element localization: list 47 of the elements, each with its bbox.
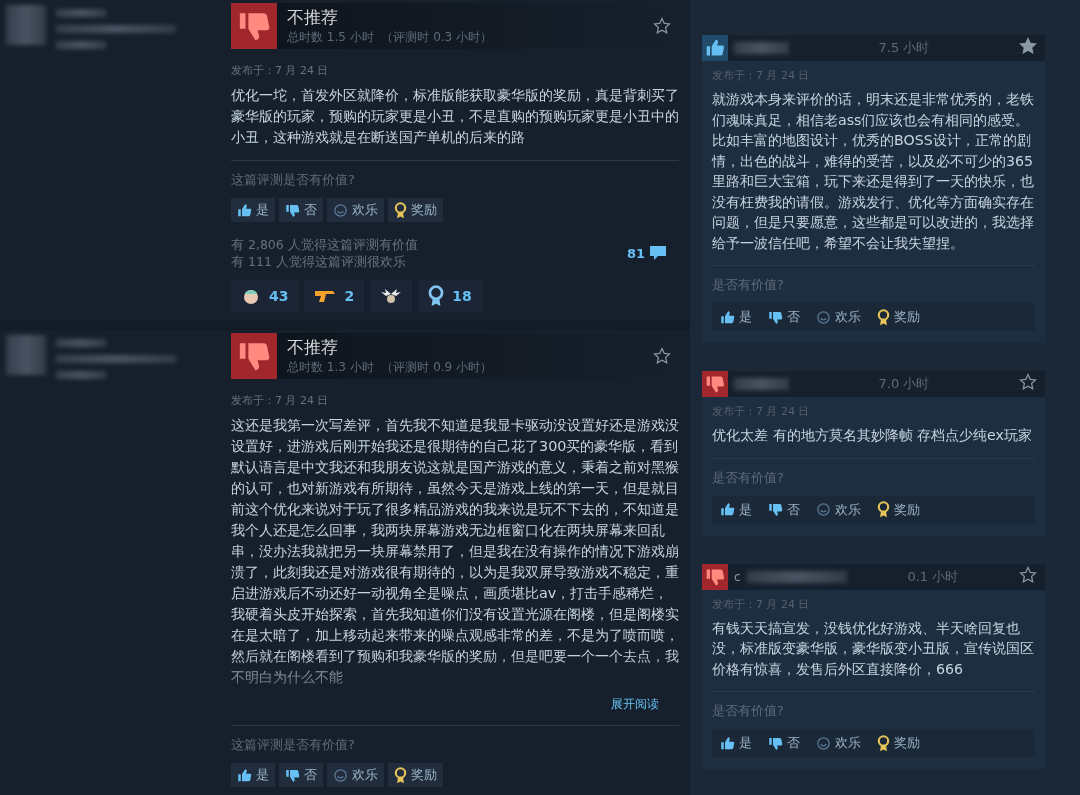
verdict: 不推荐 [287,6,339,29]
helpful-count: 有 2,806 人觉得这篇评测有价值 [231,236,418,253]
post-date: 发布于：7 月 24 日 [231,393,330,408]
award-badge[interactable]: 18 [418,280,482,312]
helpful-prompt: 是否有价值? [712,276,785,294]
helpful-prompt: 是否有价值? [712,468,785,487]
funny-count: 有 111 人觉得这篇评测很欢乐 [231,253,407,270]
no-button[interactable]: 否 [762,731,806,755]
playtime: 总时数 1.3 小时 （评测时 0.9 小时） [287,359,494,376]
funny-button[interactable]: 欢乐 [327,763,384,787]
review-text: 优化太差 有的地方莫名其妙降帧 存档点少纯ex玩家 [712,426,1033,445]
playtime: 总时数 1.5 小时 （评测时 0.3 小时） [287,29,494,46]
award-button[interactable]: 奖励 [871,305,926,329]
award-button[interactable]: 奖励 [871,497,926,522]
award-badge[interactable]: 43 [231,280,299,312]
yes-button[interactable]: 是 [231,763,275,787]
review-text: 就游戏本身来评价的话，明末还是非常优秀的，老铁们魂味真足，相信老ass们应该也会有相同的感受。比如丰富的地图设计，优秀的BOSS设计，正常的剧情，出色的战斗，难得的受苦，以及必不可少的365里路和巨大宝箱，玩下来还是得到了一天的快乐，也没有枉费我的请假。游戏发行、优化等方面确实存在问题，但是只要愿意，这些都是可以改进的，我选择给予一波信任吧，希望不会让我失望捏。 [712,90,1035,253]
funny-button[interactable]: 欢乐 [810,731,867,755]
funny-button[interactable]: 欢乐 [327,198,384,222]
review-text: 有钱天天搞宣发，没钱优化好游戏、半天啥回复也没，标准版变豪华版，豪华版变小丑版，宣传说国区价格有惊喜，发售后外区直接降价，666 [712,618,1035,679]
yes-button[interactable]: 是 [714,305,758,329]
award-button[interactable]: 奖励 [871,731,926,755]
no-button[interactable]: 否 [279,198,323,222]
username: c [734,569,741,584]
comment-count[interactable]: 81 [626,245,645,261]
award-button[interactable]: 奖励 [388,763,443,787]
review-text: 这还是我第一次写差评，首先我不知道是我显卡驱动没设置好还是游戏没设置好，进游戏后刚开始我还是很期待的自己花了300买的豪华版，看到默认语言是中文我还和我朋友说这就是国产游戏的意义，秉着之前对黑猴的认可，也对新游戏有所期待，虽然今天是游戏上线的第一天，但是就目前这个优化来说对于玩了很多精品游戏的我来说是玩不下去的，不知道是我个人还是怎么回事，我两块屏幕游戏无边框窗口化在两块屏幕来回乱串，没办法我就把另一块屏幕禁用了，但是我在没有操作的情况下游戏崩溃了，此刻我还是对游戏很有期待的，以为是我双屏导致游戏不稳定，重启进游戏后不动还好一动视角全是噪点，画质堪比av，打击手感稀烂，我硬着头皮开始探索，首先我知道你们没有设置光源在阁楼，但是阁楼实在是太暗了，加上移动起来带来的噪点观感非常的差，不是为了喷而喷，然后就在阁楼看到了预购和我豪华版的奖励，但是吧要一个一个去点，我不明白为什么不能 [231,416,679,687]
helpful-prompt: 是否有价值? [712,702,785,720]
no-button[interactable]: 否 [279,763,323,787]
award-button[interactable]: 奖励 [388,198,443,222]
funny-button[interactable]: 欢乐 [810,305,867,329]
post-date: 发布于：7 月 24 日 [231,63,330,78]
funny-button[interactable]: 欢乐 [810,497,867,522]
verdict: 不推荐 [287,336,339,359]
helpful-prompt: 这篇评测是否有价值? [231,171,356,189]
review-text: 优化一坨，首发外区就降价，标准版能获取豪华版的奖励，真是背刺买了豪华版的玩家，预购的玩家更是小丑，不是直购的预购玩家更是小丑中的小丑，这种游戏就是在断送国产单机的后来的路 [231,86,679,147]
yes-button[interactable]: 是 [231,198,275,222]
playtime: 7.5 小时 [877,39,931,57]
helpful-prompt: 这篇评测是否有价值? [231,736,356,754]
yes-button[interactable]: 是 [714,731,758,755]
no-button[interactable]: 否 [762,497,806,522]
playtime: 0.1 小时 [906,567,960,586]
playtime: 7.0 小时 [877,375,931,393]
yes-button[interactable]: 是 [714,497,758,522]
expand-link[interactable]: 展开阅读 [611,696,659,713]
award-badge[interactable]: 2 [304,280,365,312]
no-button[interactable]: 否 [762,305,806,329]
